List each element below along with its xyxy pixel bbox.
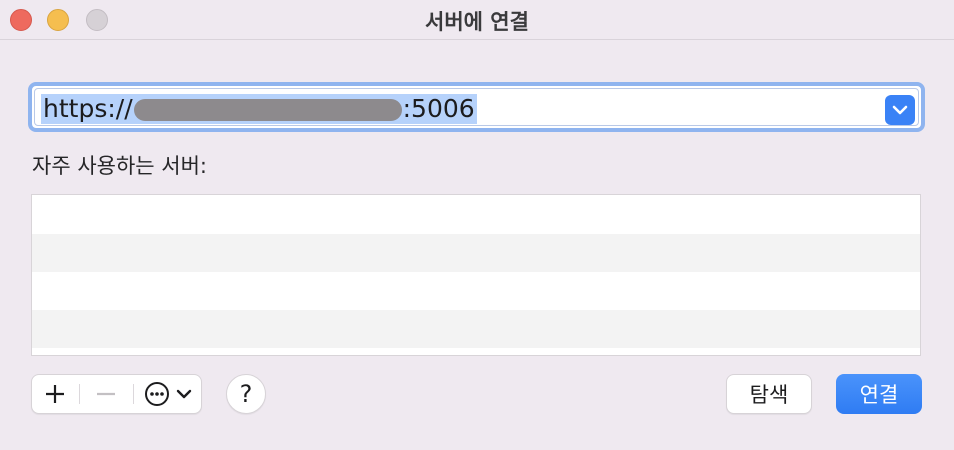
server-address-value[interactable]: https:// :5006 — [41, 94, 477, 124]
add-server-button[interactable] — [32, 375, 78, 413]
more-actions-menu-button[interactable] — [134, 375, 202, 413]
window-title: 서버에 연결 — [425, 10, 529, 34]
list-item[interactable] — [32, 310, 920, 348]
connect-button[interactable]: 연결 — [836, 374, 922, 414]
plus-icon — [46, 385, 64, 403]
connect-to-server-window: 서버에 연결 https:// :5006 자주 사용하는 서버: ? 탐색 연결 — [0, 0, 954, 450]
chevron-down-icon — [176, 389, 192, 399]
favorite-servers-label: 자주 사용하는 서버: — [32, 154, 207, 178]
chevron-down-icon — [892, 105, 908, 115]
favorite-servers-list[interactable] — [31, 194, 921, 356]
recent-servers-dropdown[interactable] — [885, 95, 915, 125]
minus-icon — [97, 392, 115, 396]
list-item[interactable] — [32, 272, 920, 310]
title-bar: 서버에 연결 — [0, 0, 954, 40]
address-prefix: https:// — [43, 94, 133, 123]
list-edit-controls — [31, 374, 202, 414]
address-port: :5006 — [402, 94, 475, 123]
list-item[interactable] — [32, 234, 920, 272]
redacted-host — [133, 99, 402, 121]
browse-button[interactable]: 탐색 — [726, 374, 812, 414]
remove-server-button[interactable] — [80, 375, 132, 413]
list-item[interactable] — [32, 196, 920, 234]
server-address-input[interactable]: https:// :5006 — [34, 88, 919, 126]
server-address-field[interactable]: https:// :5006 — [28, 82, 925, 132]
help-button[interactable]: ? — [226, 374, 266, 414]
ellipsis-circle-icon — [145, 382, 169, 406]
